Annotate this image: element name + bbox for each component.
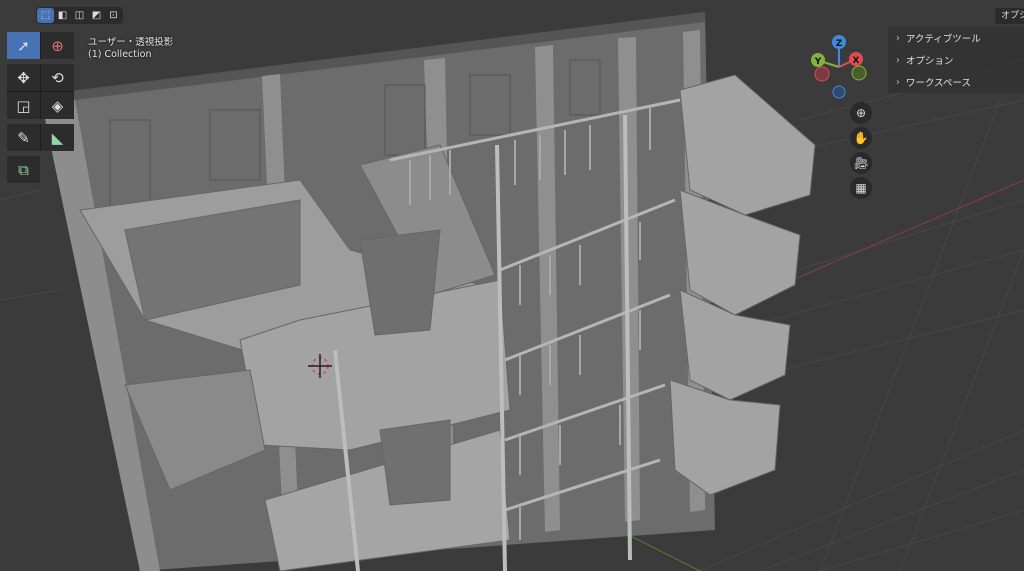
panel-label: アクティブツール [905, 34, 981, 45]
3d-viewport[interactable]: Z Y X [0, 0, 1024, 571]
camera-icon[interactable]: 🎥︎ [850, 152, 872, 174]
move-icon[interactable]: ✥ [7, 64, 40, 91]
collection-name: (1) Collection [88, 49, 152, 60]
panel-label: オプション [905, 56, 954, 67]
scale-icon[interactable]: ◲ [7, 92, 40, 119]
select-extend-icon[interactable]: ◧ [54, 8, 71, 23]
navigation-gizmo[interactable]: Z Y X [811, 35, 867, 99]
panel-label: ワークスペース [905, 78, 971, 89]
gizmo-x-label: X [853, 56, 860, 66]
select-invert-icon[interactable]: ◩ [88, 8, 105, 23]
panel-workspace[interactable]: › ワークスペース [888, 71, 1024, 93]
select-intersect-icon[interactable]: ⊡ [105, 8, 122, 23]
grid-view-icon[interactable]: ▦ [850, 177, 872, 199]
chevron-right-icon: › [896, 54, 900, 66]
transform-icon[interactable]: ◈ [41, 92, 74, 119]
pan-hand-icon[interactable]: ✋ [850, 127, 872, 149]
gizmo-z-label: Z [836, 39, 843, 49]
chevron-right-icon: › [896, 76, 900, 88]
select-box-icon[interactable]: ➚ [7, 32, 40, 59]
rotate-icon[interactable]: ⟲ [41, 64, 74, 91]
select-mode-buttons: ⬚ ◧ ◫ ◩ ⊡ [36, 7, 123, 24]
view-name: ユーザー・透視投影 [88, 37, 174, 48]
measure-icon[interactable]: ◣ [41, 124, 74, 151]
gizmo-y-label: Y [814, 57, 822, 67]
select-set-icon[interactable]: ⬚ [37, 8, 54, 23]
stair-block-right [669, 74, 816, 496]
zoom-icon[interactable]: ⊕ [850, 102, 872, 124]
cursor-icon[interactable]: ⊕ [41, 32, 74, 59]
options-button[interactable]: オプション [995, 8, 1024, 24]
building-model [40, 12, 816, 571]
select-subtract-icon[interactable]: ◫ [71, 8, 88, 23]
side-panel: › アクティブツール › オプション › ワークスペース [888, 27, 1024, 93]
annotate-icon[interactable]: ✎ [7, 124, 40, 151]
chevron-right-icon: › [896, 32, 900, 44]
panel-options[interactable]: › オプション [888, 49, 1024, 71]
tool-shelf: ➚ ⊕ ✥ ⟲ ◲ ◈ ✎ ◣ ⧉ [7, 32, 74, 188]
panel-active-tool[interactable]: › アクティブツール [888, 27, 1024, 49]
add-cube-icon[interactable]: ⧉ [7, 156, 40, 183]
